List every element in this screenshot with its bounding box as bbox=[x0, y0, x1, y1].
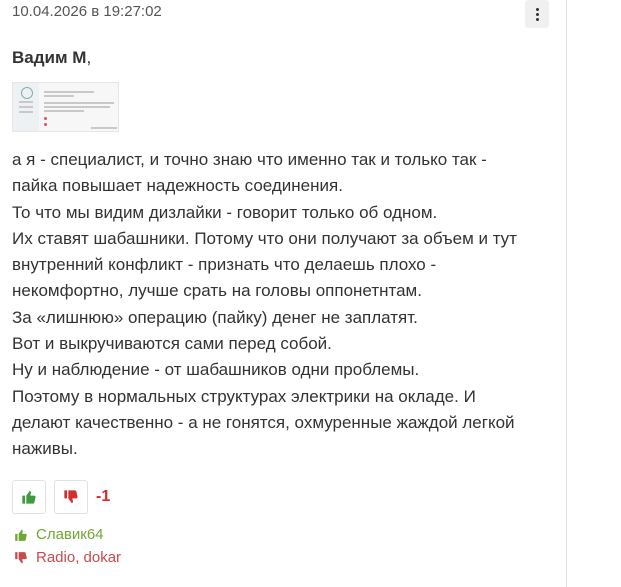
comment-line: Вот и выкручиваются сами перед собой. bbox=[12, 334, 332, 354]
quoted-author-line: Вадим М, bbox=[12, 48, 91, 68]
column-divider bbox=[566, 0, 567, 587]
comment-timestamp: 10.04.2026 в 19:27:02 bbox=[12, 3, 162, 20]
comment-line: За «лишнюю» операцию (пайку) денег не за… bbox=[12, 307, 418, 327]
comment-line: некомфортно, лучше срать на головы оппон… bbox=[12, 281, 422, 301]
dislike-button[interactable] bbox=[54, 480, 88, 514]
thumbs-up-icon bbox=[22, 490, 36, 504]
comment-line: пайка повышает надежность соединения. bbox=[12, 176, 343, 196]
avatar bbox=[21, 87, 33, 99]
comment-line: Ну и наблюдение - от шабашников одни про… bbox=[12, 360, 420, 380]
liked-by-users[interactable]: Славик64 bbox=[36, 526, 104, 543]
vote-score: -1 bbox=[96, 488, 111, 505]
comment-body: а я - специалист, и точно знаю что именн… bbox=[12, 147, 552, 463]
comment-menu-button[interactable] bbox=[525, 0, 549, 28]
disliked-by-users[interactable]: Radio, dokar bbox=[36, 549, 121, 566]
comment-line: То что мы видим дизлайки - говорит тольк… bbox=[12, 202, 438, 222]
comment-line: Поэтому в нормальных структурах электрик… bbox=[12, 386, 476, 406]
thumbs-up-icon bbox=[15, 529, 27, 541]
liked-by-row: Славик64 bbox=[14, 526, 104, 543]
disliked-by-row: Radio, dokar bbox=[14, 549, 121, 566]
comment-line: делают качественно - а не гонятся, охмур… bbox=[12, 412, 515, 432]
like-button[interactable] bbox=[12, 480, 46, 514]
comment-line: внутренний конфликт - признать что делае… bbox=[12, 255, 437, 275]
attachment-thumbnail[interactable] bbox=[12, 82, 119, 132]
comment-line: Их ставят шабашники. Потому что они полу… bbox=[12, 228, 517, 248]
thumbs-down-icon bbox=[15, 551, 27, 563]
quoted-author-name[interactable]: Вадим М bbox=[12, 48, 86, 67]
comment-card: 10.04.2026 в 19:27:02 Вадим М, а я - спе… bbox=[0, 0, 566, 587]
comment-line: наживы. bbox=[12, 439, 78, 459]
comment-line: а я - специалист, и точно знаю что именн… bbox=[12, 150, 487, 169]
more-vertical-icon bbox=[535, 7, 539, 21]
quoted-author-comma: , bbox=[86, 48, 92, 67]
thumbs-down-icon bbox=[64, 490, 78, 504]
